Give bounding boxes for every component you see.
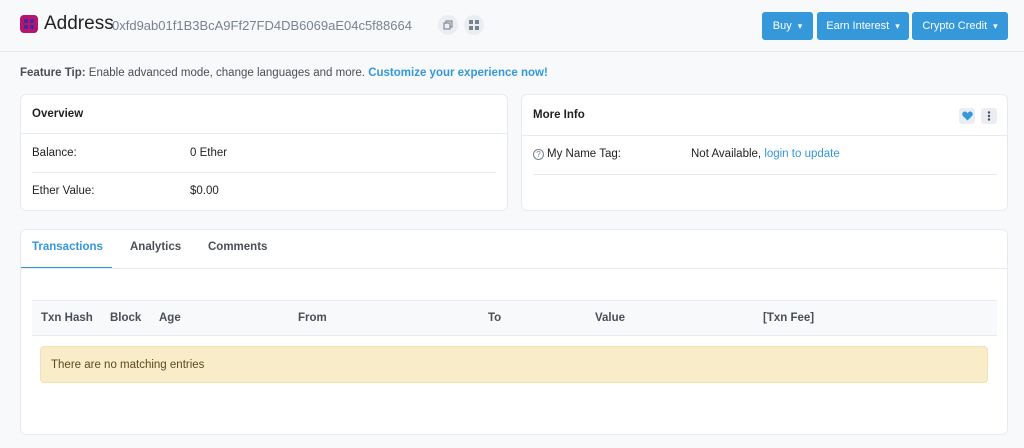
- page-title: Address: [44, 13, 114, 34]
- name-tag-value: Not Available, login to update: [691, 148, 840, 160]
- feature-tip: Feature Tip: Enable advanced mode, chang…: [20, 67, 548, 79]
- address-avatar: [20, 15, 38, 33]
- name-tag-label: My Name Tag:: [547, 148, 621, 160]
- tab-comments[interactable]: Comments: [208, 241, 267, 253]
- qr-code-icon[interactable]: [464, 15, 484, 35]
- balance-label: Balance:: [32, 147, 77, 159]
- tab-analytics[interactable]: Analytics: [130, 241, 181, 253]
- divider: [533, 174, 997, 175]
- feature-tip-label: Feature Tip:: [20, 67, 86, 79]
- crypto-credit-button[interactable]: Crypto Credit ▾: [912, 12, 1008, 40]
- copy-icon[interactable]: [438, 15, 458, 35]
- page-header: Address 0xfd9ab01f1B3BcA9Ff27FD4DB6069aE…: [0, 0, 1024, 52]
- more-vertical-icon[interactable]: [981, 108, 997, 124]
- more-info-card: More Info ? My Name Tag: Not Available, …: [521, 94, 1008, 211]
- divider: [21, 133, 507, 134]
- heart-icon[interactable]: [959, 108, 975, 124]
- divider: [32, 172, 496, 173]
- customize-link[interactable]: Customize your experience now!: [368, 67, 548, 79]
- overview-title: Overview: [32, 108, 84, 120]
- column-txn-fee: [Txn Fee]: [763, 312, 815, 324]
- column-value: Value: [595, 312, 626, 324]
- buy-button-label: Buy: [772, 20, 792, 32]
- buy-button[interactable]: Buy ▾: [762, 12, 813, 40]
- more-info-title: More Info: [533, 109, 585, 121]
- chevron-down-icon: ▾: [895, 20, 900, 31]
- divider: [522, 135, 1007, 136]
- transactions-card: Transactions Analytics Comments Txn Hash…: [20, 229, 1008, 435]
- chevron-down-icon: ▾: [993, 20, 998, 31]
- ether-value-label: Ether Value:: [32, 185, 95, 197]
- chevron-down-icon: ▾: [797, 20, 803, 31]
- column-age: Age: [159, 312, 181, 324]
- ether-value: $0.00: [190, 185, 219, 197]
- feature-tip-text: Enable advanced mode, change languages a…: [85, 67, 369, 79]
- empty-table-message: There are no matching entries: [40, 346, 988, 383]
- overview-card: Overview Balance: 0 Ether Ether Value: $…: [20, 94, 508, 211]
- column-txn-hash: Txn Hash: [41, 312, 93, 324]
- tab-transactions[interactable]: Transactions: [32, 241, 103, 253]
- name-tag-text: Not Available,: [691, 148, 765, 160]
- balance-value: 0 Ether: [190, 147, 228, 159]
- column-block: Block: [110, 312, 142, 324]
- login-to-update-link[interactable]: login to update: [764, 148, 839, 160]
- divider: [21, 268, 1007, 269]
- earn-interest-button[interactable]: Earn Interest ▾: [817, 12, 909, 40]
- earn-interest-button-label: Earn Interest: [826, 20, 890, 32]
- crypto-credit-button-label: Crypto Credit: [922, 20, 988, 32]
- help-circle-icon: ?: [533, 149, 544, 160]
- column-from: From: [298, 312, 327, 324]
- address-hash: 0xfd9ab01f1B3BcA9Ff27FD4DB6069aE04c5f886…: [112, 18, 412, 33]
- column-to: To: [488, 312, 502, 324]
